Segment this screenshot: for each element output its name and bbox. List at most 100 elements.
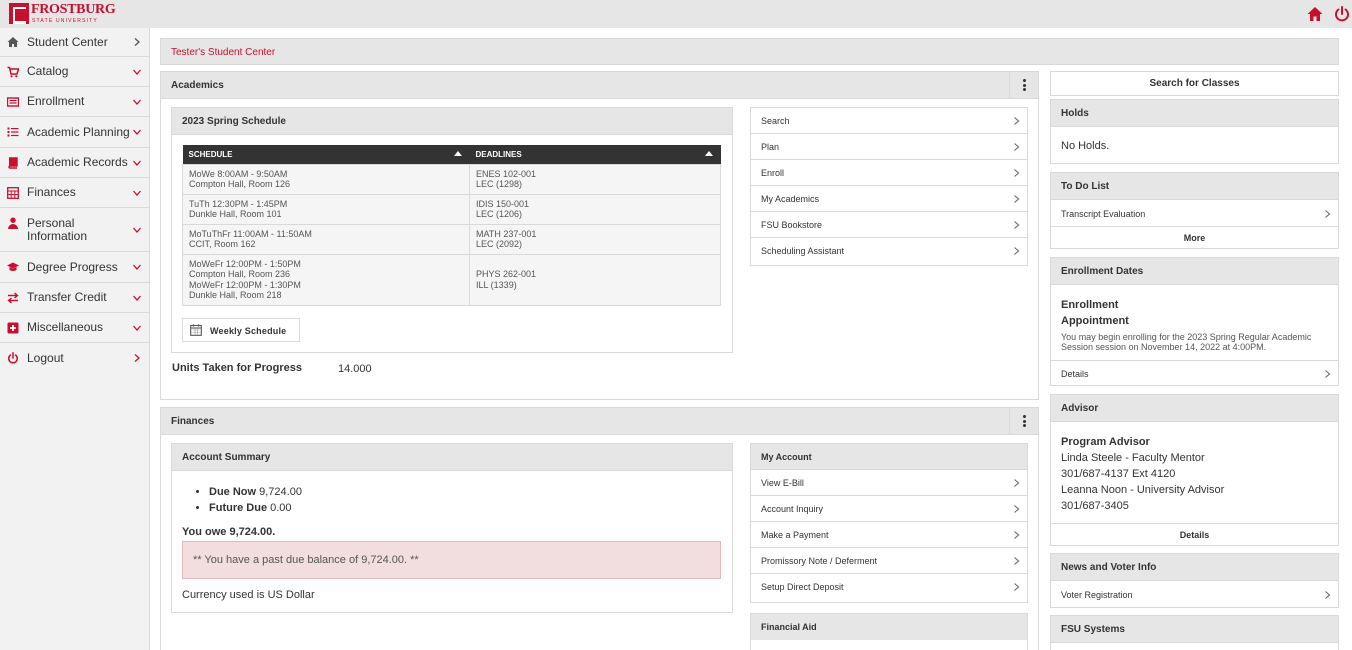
financial-aid-header[interactable]: Financial Aid (751, 614, 1027, 640)
chevron-right-icon (1325, 591, 1331, 599)
link-label: Transcript Evaluation (1061, 209, 1146, 219)
holds-text: No Holds. (1061, 140, 1110, 152)
account-summary-header: Account Summary (172, 444, 732, 471)
link-plan[interactable]: Plan (751, 134, 1027, 160)
link-label: Plan (761, 142, 780, 152)
spring-schedule-box: 2023 Spring Schedule SCHEDULE DEADLINES … (171, 107, 733, 353)
advisor-line: 301/687-4137 Ext 4120 (1061, 468, 1176, 480)
course-code: IDIS 150-001 (476, 198, 530, 209)
heading-line: Appointment (1061, 315, 1129, 327)
column-header-deadlines[interactable]: DEADLINES (469, 145, 721, 164)
todo-item-transcript-evaluation[interactable]: Transcript Evaluation (1051, 201, 1338, 227)
power-icon[interactable] (1333, 5, 1351, 23)
schedule-time: MoWe 8:00AM - 9:50AM (189, 168, 288, 179)
link-scheduling-assistant[interactable]: Scheduling Assistant (751, 238, 1027, 264)
course-section: LEC (2092) (476, 239, 523, 249)
voter-registration-link[interactable]: Voter Registration (1051, 582, 1338, 608)
schedule-box-header: 2023 Spring Schedule (172, 108, 732, 135)
table-row: TuTh 12:30PM - 1:45PM Dunkle Hall, Room 1… (182, 193, 721, 225)
sidebar-item-logout[interactable]: Logout (0, 343, 149, 373)
sidebar-item-label: Miscellaneous (27, 320, 104, 334)
sidebar-item-academic-planning[interactable]: Academic Planning (0, 117, 149, 148)
link-my-academics[interactable]: My Academics (751, 186, 1027, 212)
chevron-right-icon (134, 354, 140, 362)
link-enroll[interactable]: Enroll (751, 160, 1027, 186)
fsu-systems-title: FSU Systems (1061, 624, 1125, 635)
past-due-alert: ** You have a past due balance of 9,724.… (182, 541, 721, 579)
advisor-header: Advisor (1051, 395, 1338, 422)
chevron-down-icon (133, 190, 141, 196)
due-now-label: Due Now (209, 486, 257, 498)
list-icon (7, 127, 19, 137)
chevron-down-icon (133, 325, 141, 331)
frostburg-logo[interactable]: FROSTBURG STATE UNIVERSITY (9, 2, 116, 26)
sidebar-item-label: Personal Information (27, 215, 88, 243)
sort-up-icon (453, 151, 462, 156)
table-row: MoTuThFr 11:00AM - 11:50AM CCIT, Room 162… (182, 223, 721, 255)
link-label: My Academics (761, 194, 820, 204)
link-fsu-bookstore[interactable]: FSU Bookstore (751, 212, 1027, 238)
power-icon (8, 352, 18, 364)
more-button[interactable]: More (1051, 227, 1338, 249)
more-label: More (1183, 233, 1206, 243)
sidebar-item-transfer-credit[interactable]: Transfer Credit (0, 283, 149, 313)
course-code: PHYS 262-001 (476, 269, 537, 279)
schedule-time: TuTh 12:30PM - 1:45PM (189, 198, 288, 209)
currency-text: Currency used is US Dollar (182, 589, 315, 601)
sidebar-item-enrollment[interactable]: Enrollment (0, 87, 149, 117)
sidebar-item-degree-progress[interactable]: Degree Progress (0, 252, 149, 283)
kebab-menu-icon[interactable] (1009, 72, 1038, 98)
search-for-classes-button[interactable]: Search for Classes (1050, 71, 1339, 96)
link-label: Enroll (761, 168, 785, 178)
advisor-line: Linda Steele - Faculty Mentor (1061, 452, 1205, 464)
link-view-e-bill[interactable]: View E-Bill (751, 470, 1027, 496)
news-voter-title: News and Voter Info (1061, 562, 1157, 573)
advisor-box: Advisor Program Advisor Linda Steele - F… (1050, 394, 1339, 546)
link-promissory-note[interactable]: Promissory Note / Deferment (751, 548, 1027, 574)
advisor-heading: Program Advisor (1061, 436, 1150, 448)
home-icon[interactable] (1306, 5, 1324, 23)
id-card-icon (7, 96, 19, 107)
sidebar-item-catalog[interactable]: Catalog (0, 57, 149, 87)
book-icon (8, 156, 18, 169)
sidebar-item-miscellaneous[interactable]: Miscellaneous (0, 313, 149, 343)
news-voter-box: News and Voter Info Voter Registration (1050, 553, 1339, 608)
course-section: LEC (1206) (476, 209, 523, 219)
link-make-a-payment[interactable]: Make a Payment (751, 522, 1027, 548)
schedule-time: MoWeFr 12:00PM - 1:50PM (189, 258, 301, 269)
schedule-title: 2023 Spring Schedule (182, 116, 286, 127)
kebab-menu-icon[interactable] (1009, 408, 1038, 434)
account-summary-title: Account Summary (182, 452, 271, 463)
sidebar-item-label: Degree Progress (27, 259, 118, 274)
you-owe-text: You owe 9,724.00. (182, 526, 276, 538)
advisor-title: Advisor (1061, 403, 1099, 414)
weekly-schedule-button[interactable]: Weekly Schedule (182, 318, 300, 342)
sidebar-item-finances[interactable]: Finances (0, 178, 149, 208)
deadline-cell: PHYS 262-001 ILL (1339) (469, 253, 721, 306)
my-account-header: My Account (751, 444, 1027, 470)
graduation-cap-icon (7, 262, 19, 271)
schedule-room: Compton Hall, Room 236 (189, 269, 291, 279)
column-header-label: SCHEDULE (188, 149, 233, 159)
deadline-cell: IDIS 150-001 LEC (1206) (469, 193, 721, 225)
chevron-right-icon (1014, 117, 1020, 125)
schedule-cell: TuTh 12:30PM - 1:45PM Dunkle Hall, Room 1… (182, 193, 470, 225)
sidebar-item-student-center[interactable]: Student Center (0, 28, 149, 57)
advisor-details-button[interactable]: Details (1051, 523, 1338, 545)
link-label: Promissory Note / Deferment (761, 556, 878, 566)
schedule-cell: MoWeFr 12:00PM - 1:50PM Compton Hall, Roo… (182, 253, 470, 306)
sidebar-item-personal-information[interactable]: Personal Information (0, 208, 149, 252)
to-do-header: To Do List (1051, 173, 1338, 200)
fsu-systems-header: FSU Systems (1051, 616, 1338, 643)
panel-title: Academics (171, 80, 224, 91)
advisor-line: Leanna Noon - University Advisor (1061, 484, 1225, 496)
column-header-label: DEADLINES (475, 149, 522, 159)
link-account-inquiry[interactable]: Account Inquiry (751, 496, 1027, 522)
link-search[interactable]: Search (751, 108, 1027, 134)
enrollment-details-link[interactable]: Details (1051, 360, 1338, 386)
finances-panel: Finances Account Summary Due Now 9,724.0… (160, 407, 1039, 650)
link-setup-direct-deposit[interactable]: Setup Direct Deposit (751, 574, 1027, 600)
column-header-schedule[interactable]: SCHEDULE (182, 145, 470, 164)
sidebar-item-academic-records[interactable]: Academic Records (0, 148, 149, 178)
future-due-item: Future Due 0.00 (209, 500, 302, 516)
